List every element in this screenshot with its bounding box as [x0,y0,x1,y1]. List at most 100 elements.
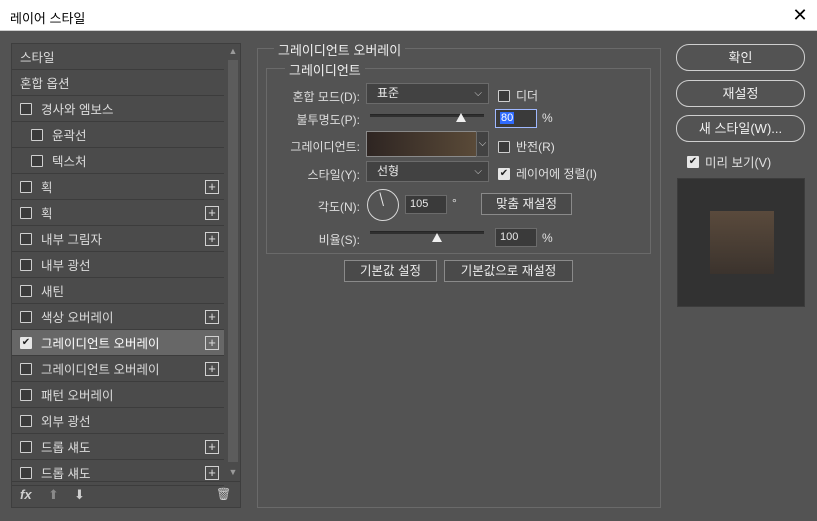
style-checkbox[interactable] [20,258,32,271]
add-effect-icon[interactable]: + [205,310,219,324]
scale-slider-track[interactable] [370,231,484,234]
reset-to-default-button[interactable]: 기본값으로 재설정 [444,260,573,282]
angle-input[interactable]: 105 [405,195,447,214]
preview-label: 미리 보기(V) [705,156,772,170]
style-checkbox[interactable] [20,466,32,479]
reset-alignment-button[interactable]: 맞춤 재설정 [481,193,572,215]
scale-label: 비율(S): [318,233,360,247]
align-with-layer-checkbox[interactable]: ✔ 레이어에 정렬(I) [498,165,597,182]
style-list-item[interactable]: 색상 오버레이 + [12,304,224,330]
style-checkbox[interactable] [20,310,32,323]
gradient-label: 그레이디언트: [290,140,360,154]
move-up-icon[interactable]: ⬆ [48,487,59,503]
style-checkbox[interactable] [31,154,43,167]
style-list-item[interactable]: 그레이디언트 오버레이 + [12,356,224,382]
fx-icon[interactable]: fx [20,487,32,502]
scroll-up-icon[interactable]: ▲ [226,44,240,58]
gradient-dropdown-icon[interactable]: ⌵ [476,131,489,157]
scale-input[interactable]: 100 [495,228,537,247]
move-down-icon[interactable]: ⬇ [74,487,85,503]
styles-list-footer: fx ⬆ ⬇ 🗑 [12,481,240,507]
style-list-item-label: 내부 광선 [41,259,91,273]
align-with-layer-checkbox-box[interactable]: ✔ [498,167,510,180]
add-effect-icon[interactable]: + [205,362,219,376]
opacity-slider-track[interactable] [370,114,484,117]
title-bar: 레이어 스타일 ✕ [0,0,817,31]
style-list-item-label: 외부 광선 [41,415,91,429]
style-list-item-label: 새틴 [41,285,65,299]
scroll-down-icon[interactable]: ▼ [226,465,240,479]
opacity-label: 불투명도(P): [296,113,361,127]
dither-checkbox-box[interactable] [498,89,510,102]
style-list-item-label: 스타일 [20,51,55,65]
reverse-checkbox-box[interactable] [498,140,510,153]
style-list-item-label: 경사와 엠보스 [41,103,114,117]
add-effect-icon[interactable]: + [205,232,219,246]
opacity-slider-thumb[interactable] [456,113,467,122]
opacity-unit: % [542,111,553,125]
close-icon[interactable]: ✕ [790,5,810,25]
scale-unit: % [542,231,553,245]
preview-checkbox[interactable]: ✔ 미리 보기(V) [687,152,771,171]
style-list-item-label: 그레이디언트 오버레이 [41,337,160,351]
reverse-checkbox[interactable]: 반전(R) [498,138,555,155]
style-checkbox[interactable] [20,232,32,245]
style-list-item[interactable]: 외부 광선 [12,408,224,434]
new-style-button[interactable]: 새 스타일(W)... [676,115,805,142]
style-checkbox[interactable] [20,284,32,297]
style-value: 선형 [377,164,400,178]
blend-mode-select[interactable]: 표준 ⌵ [366,83,489,104]
style-checkbox[interactable] [20,102,32,115]
style-label: 스타일(Y): [307,168,360,182]
style-list-item[interactable]: 내부 광선 [12,252,224,278]
opacity-input[interactable]: 80 [495,109,537,128]
add-effect-icon[interactable]: + [205,206,219,220]
style-checkbox[interactable] [20,362,32,375]
scrollbar-thumb[interactable] [228,60,238,462]
section-title: 그레이디언트 오버레이 [274,40,406,59]
style-list-item-label: 획 [41,181,53,195]
dither-checkbox[interactable]: 디더 [498,87,538,104]
group-title: 그레이디언트 [285,60,365,79]
style-list-item-label: 드롭 섀도 [41,467,91,481]
gradient-picker[interactable] [366,131,477,157]
style-list-item[interactable]: 혼합 옵션 [12,70,224,96]
styles-list-scrollbar[interactable]: ▲ ▼ [226,44,240,481]
make-default-button[interactable]: 기본값 설정 [344,260,437,282]
style-list-item[interactable]: 경사와 엠보스 [12,96,224,122]
angle-value: 105 [410,198,429,210]
add-effect-icon[interactable]: + [205,440,219,454]
style-list-item[interactable]: 윤곽선 [12,122,224,148]
align-with-layer-label: 레이어에 정렬(I) [516,167,597,181]
style-list-item[interactable]: 드롭 섀도 + [12,434,224,460]
add-effect-icon[interactable]: + [205,180,219,194]
add-effect-icon[interactable]: + [205,336,219,350]
style-list-item[interactable]: 획 + [12,174,224,200]
style-list-item[interactable]: 패턴 오버레이 [12,382,224,408]
angle-dial[interactable] [367,189,399,221]
ok-button[interactable]: 확인 [676,44,805,71]
style-select[interactable]: 선형 ⌵ [366,161,489,182]
add-effect-icon[interactable]: + [205,466,219,480]
styles-list-panel: 스타일 혼합 옵션 경사와 엠보스 윤곽선 텍스처 획 + 획 + 내부 그림자 + 내부 광선 새틴 색… [11,43,241,508]
opacity-value: 80 [500,112,515,124]
preview-checkbox-box[interactable]: ✔ [687,155,699,168]
style-list-item[interactable]: 내부 그림자 + [12,226,224,252]
style-checkbox[interactable] [20,206,32,219]
style-list-item[interactable]: 획 + [12,200,224,226]
style-checkbox[interactable] [20,180,32,193]
style-checkbox[interactable] [31,128,43,141]
style-list-item-label: 그레이디언트 오버레이 [41,363,160,377]
style-checkbox[interactable]: ✔ [20,336,32,349]
trash-icon[interactable]: 🗑 [216,487,231,501]
style-list-item-label: 색상 오버레이 [41,311,114,325]
scale-slider-thumb[interactable] [432,233,442,242]
reset-button[interactable]: 재설정 [676,80,805,107]
style-checkbox[interactable] [20,440,32,453]
style-list-item[interactable]: 스타일 [12,44,224,70]
style-list-item[interactable]: ✔ 그레이디언트 오버레이 + [12,330,224,356]
style-checkbox[interactable] [20,388,32,401]
style-checkbox[interactable] [20,414,32,427]
style-list-item[interactable]: 새틴 [12,278,224,304]
style-list-item[interactable]: 텍스처 [12,148,224,174]
